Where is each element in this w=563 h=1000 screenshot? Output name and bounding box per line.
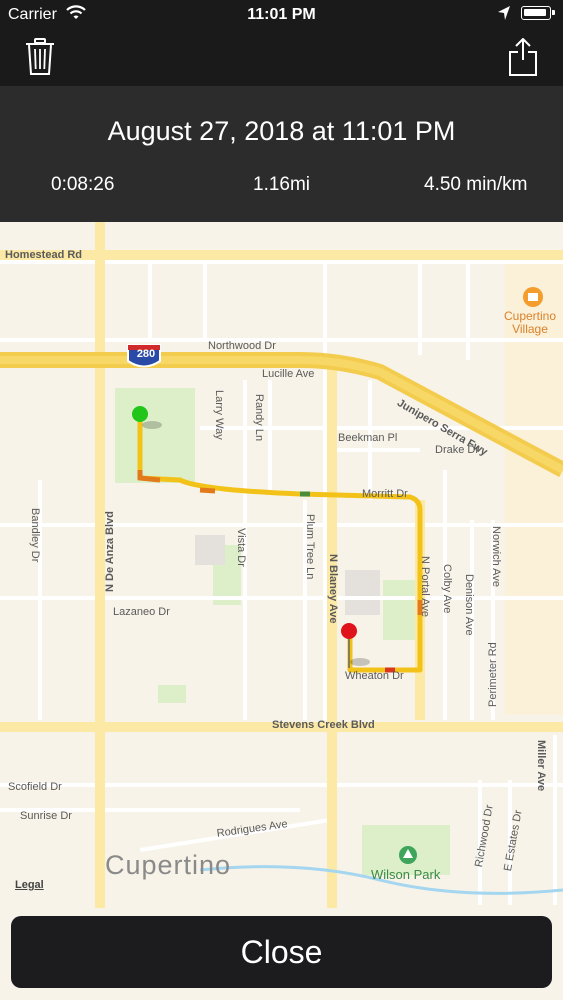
status-time: 11:01 PM <box>247 6 316 23</box>
status-bar: Carrier 11:01 PM <box>0 0 563 30</box>
street-label: N De Anza Blvd <box>104 511 116 592</box>
street-label: Scofield Dr <box>8 781 62 793</box>
street-label: Drake Dr <box>435 444 480 456</box>
route-map[interactable]: Homestead Rd Northwood Dr Lucille Ave Ju… <box>0 222 563 912</box>
battery-icon <box>521 6 555 20</box>
distance-value: 1.16mi <box>253 174 311 195</box>
street-label: Northwood Dr <box>208 340 276 352</box>
legal-link[interactable]: Legal <box>15 879 44 891</box>
street-label: Perimeter Rd <box>487 642 499 707</box>
street-label: Sunrise Dr <box>20 810 72 822</box>
street-label: Homestead Rd <box>5 249 83 261</box>
street-label: N Blaney Ave <box>327 554 339 624</box>
end-pin-icon <box>341 623 357 639</box>
run-summary: August 27, 2018 at 11:01 PM 0:08:26 1.16… <box>0 86 563 222</box>
street-label: Lazaneo Dr <box>113 606 170 618</box>
street-label: Larry Way <box>213 390 225 440</box>
street-label: Colby Ave <box>441 564 453 614</box>
street-label: Plum Tree Ln <box>304 514 316 580</box>
street-label: Wheaton Dr <box>345 670 404 682</box>
toolbar <box>0 30 563 86</box>
run-date: August 27, 2018 at 11:01 PM <box>107 116 456 146</box>
street-label: Bandley Dr <box>29 508 41 563</box>
pace-value: 4.50 min/km <box>424 174 528 195</box>
street-label: Vista Dr <box>235 528 247 567</box>
street-label: Morritt Dr <box>362 488 408 500</box>
street-label: Lucille Ave <box>262 368 315 380</box>
street-label: Miller Ave <box>535 740 547 792</box>
close-button[interactable]: Close <box>11 916 552 988</box>
trash-icon[interactable] <box>25 38 55 76</box>
street-label: Beekman Pl <box>338 432 398 444</box>
poi-label: Cupertino Village <box>503 309 557 336</box>
city-label: Cupertino <box>105 850 232 880</box>
street-label: Denison Ave <box>463 574 475 636</box>
street-label: Norwich Ave <box>490 526 502 587</box>
start-pin-icon <box>132 406 148 422</box>
highway-number: 280 <box>136 348 156 360</box>
location-arrow-icon <box>498 6 510 20</box>
map-background <box>0 222 563 912</box>
street-label: Randy Ln <box>253 394 265 442</box>
duration-value: 0:08:26 <box>51 174 115 195</box>
street-label: N Portal Ave <box>419 556 431 617</box>
park-label: Wilson Park <box>371 867 441 882</box>
share-icon[interactable] <box>508 38 538 76</box>
street-label: Stevens Creek Blvd <box>272 719 375 731</box>
